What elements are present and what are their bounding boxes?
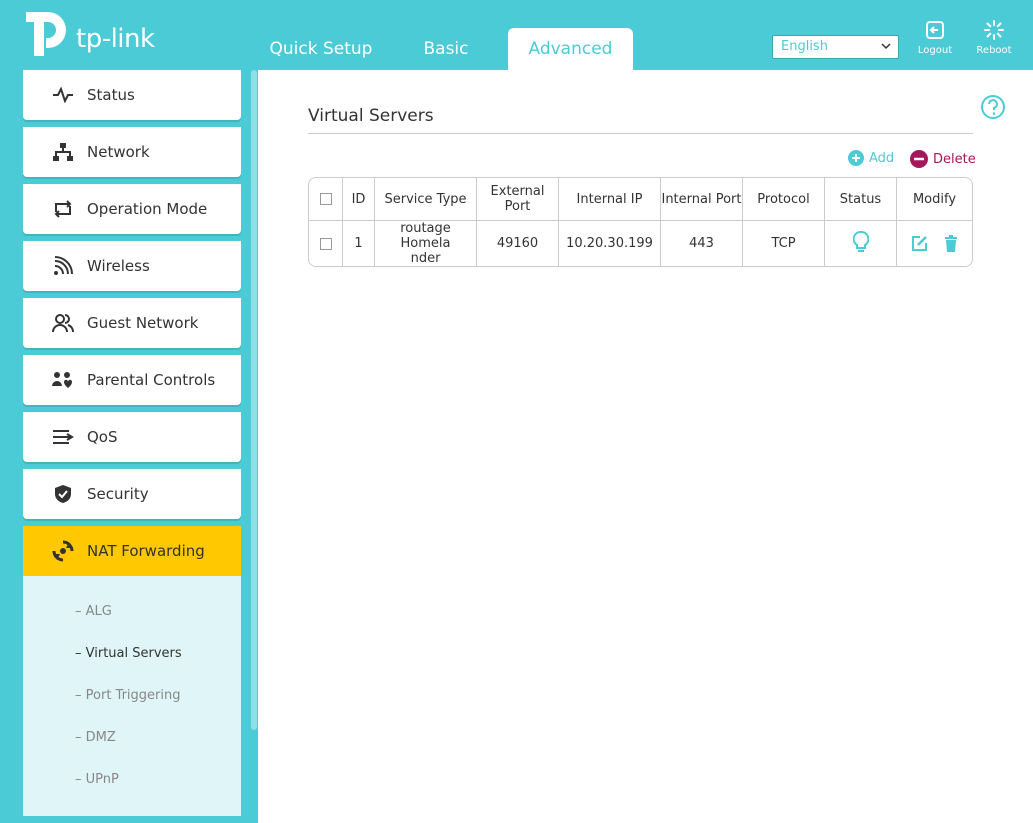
sidebar-item-label: Operation Mode [87, 200, 208, 218]
row-select-cell [309, 221, 343, 266]
sidebar-item-status[interactable]: Status [23, 70, 241, 120]
submenu-item-virtual-servers[interactable]: – Virtual Servers [23, 633, 241, 675]
header-modify: Modify [897, 178, 972, 221]
cell-modify [897, 221, 972, 266]
submenu-item-port-triggering[interactable]: – Port Triggering [23, 675, 241, 717]
lightbulb-icon[interactable] [852, 230, 869, 253]
sidebar-item-label: Parental Controls [87, 371, 216, 389]
wifi-icon [49, 255, 77, 277]
sidebar-item-label: Wireless [87, 257, 150, 275]
submenu-item-alg[interactable]: – ALG [23, 591, 241, 633]
submenu-item-label: DMZ [85, 730, 116, 745]
cell-external-port: 49160 [477, 221, 559, 266]
submenu-item-label: ALG [85, 604, 112, 619]
header-select-all [309, 178, 343, 221]
sidebar-item-parental-controls[interactable]: Parental Controls [23, 355, 241, 405]
sidebar-item-wireless[interactable]: Wireless [23, 241, 241, 291]
service-type-line-1: routage Homela [400, 221, 451, 251]
logout-label: Logout [917, 45, 953, 56]
network-icon [49, 141, 77, 163]
brand-name: tp-link [76, 24, 155, 54]
add-button[interactable]: Add [848, 150, 894, 166]
row-checkbox[interactable] [319, 237, 332, 250]
submenu-item-label: Port Triggering [85, 688, 181, 703]
language-selected: English [781, 39, 828, 54]
header-internal-ip: Internal IP [559, 178, 661, 221]
nat-icon [49, 540, 77, 562]
chevron-down-icon [881, 43, 891, 50]
qos-icon [49, 426, 77, 448]
sidebar-item-network[interactable]: Network [23, 127, 241, 177]
edit-icon[interactable] [911, 235, 928, 252]
virtual-servers-table: ID Service Type External Port Internal I… [308, 177, 973, 267]
sidebar-item-label: QoS [87, 428, 118, 446]
tp-link-logo: tp-link [22, 10, 162, 60]
header-internal-port: Internal Port [661, 178, 743, 221]
sidebar-item-label: Network [87, 143, 150, 161]
pulse-icon [49, 84, 77, 106]
submenu-item-label: UPnP [85, 772, 119, 787]
delete-button[interactable]: Delete [910, 150, 976, 168]
sidebar-item-label: Status [87, 86, 135, 104]
cell-internal-port: 443 [661, 221, 743, 266]
header-external-port: External Port [477, 178, 559, 221]
sidebar-item-label: NAT Forwarding [87, 542, 205, 560]
header-service-type: Service Type [375, 178, 477, 221]
logout-button[interactable]: Logout [910, 20, 960, 56]
title-divider [308, 133, 973, 134]
trash-icon[interactable] [944, 235, 958, 252]
main-panel: Virtual Servers Add Delete ID Service Ty… [258, 70, 1033, 823]
help-icon[interactable] [980, 94, 1006, 120]
sidebar-item-operation-mode[interactable]: Operation Mode [23, 184, 241, 234]
header-protocol: Protocol [743, 178, 825, 221]
submenu-item-upnp[interactable]: – UPnP [23, 759, 241, 801]
service-type-line-2: nder [410, 251, 441, 266]
reboot-icon [984, 20, 1004, 40]
page-title: Virtual Servers [308, 106, 434, 126]
tp-link-logo-icon [26, 12, 66, 56]
tab-quick-setup[interactable]: Quick Setup [262, 28, 380, 70]
nat-submenu: – ALG – Virtual Servers – Port Triggerin… [23, 576, 241, 816]
swap-icon [49, 198, 77, 220]
add-label: Add [869, 150, 895, 166]
sidebar-scrollbar[interactable] [251, 70, 257, 730]
family-icon [49, 369, 77, 391]
submenu-item-dmz[interactable]: – DMZ [23, 717, 241, 759]
select-all-checkbox[interactable] [319, 193, 332, 205]
table-row: 1 routage Homela nder 49160 10.20.30.199 … [309, 221, 972, 266]
language-select[interactable]: English [772, 35, 899, 59]
shield-icon [49, 483, 77, 505]
cell-status [825, 221, 897, 266]
cell-internal-ip: 10.20.30.199 [559, 221, 661, 266]
sidebar-item-security[interactable]: Security [23, 469, 241, 519]
cell-protocol: TCP [743, 221, 825, 266]
reboot-label: Reboot [976, 45, 1012, 56]
cell-service-type: routage Homela nder [375, 221, 477, 266]
sidebar-item-guest-network[interactable]: Guest Network [23, 298, 241, 348]
sidebar-item-qos[interactable]: QoS [23, 412, 241, 462]
plus-circle-icon [848, 150, 864, 166]
header-status: Status [825, 178, 897, 221]
sidebar-item-nat-forwarding[interactable]: NAT Forwarding [23, 526, 241, 576]
table-header-row: ID Service Type External Port Internal I… [309, 178, 972, 221]
header-id: ID [343, 178, 375, 221]
sidebar: Status Network Operation Mode Wireless G… [23, 70, 241, 816]
delete-label: Delete [933, 151, 976, 167]
sidebar-item-label: Guest Network [87, 314, 199, 332]
submenu-item-label: Virtual Servers [85, 646, 182, 661]
reboot-button[interactable]: Reboot [969, 20, 1019, 56]
guest-icon [49, 312, 77, 334]
cell-id: 1 [343, 221, 375, 266]
minus-circle-icon [910, 150, 928, 168]
tab-basic[interactable]: Basic [410, 28, 482, 70]
tab-advanced[interactable]: Advanced [508, 28, 633, 70]
logout-icon [926, 21, 944, 39]
sidebar-item-label: Security [87, 485, 149, 503]
